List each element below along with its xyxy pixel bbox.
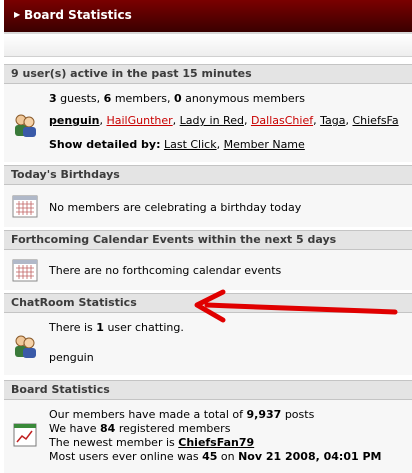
chatroom-count-line: There is 1 user chatting. bbox=[49, 321, 184, 334]
anonymous-label: anonymous members bbox=[185, 92, 305, 105]
annotation-arrow bbox=[194, 289, 398, 323]
total-posts: 9,937 bbox=[246, 408, 282, 421]
board-statistics-row: Our members have made a total of 9,937 p… bbox=[4, 400, 412, 473]
guests-label: guests, bbox=[60, 92, 101, 105]
sort-member-name-link[interactable]: Member Name bbox=[224, 138, 305, 151]
posts-pre: Our members have made a total of bbox=[49, 408, 244, 421]
calendar-heading: Forthcoming Calendar Events within the n… bbox=[4, 230, 412, 250]
users-icon bbox=[15, 114, 36, 137]
page-title: Board Statistics bbox=[24, 8, 132, 22]
most-online-line: Most users ever online was 45 on Nov 21 … bbox=[49, 450, 381, 463]
show-detailed-by: Show detailed by: Last Click, Member Nam… bbox=[49, 138, 305, 151]
calendar-row: There are no forthcoming calendar events bbox=[4, 250, 412, 290]
calendar-icon bbox=[12, 259, 38, 282]
registered-members: 84 bbox=[100, 422, 116, 435]
chatroom-user: penguin bbox=[49, 351, 94, 364]
members-pre: We have bbox=[49, 422, 97, 435]
user-link-lady-in-red[interactable]: Lady in Red bbox=[180, 114, 244, 127]
most-online-date: Nov 21 2008, 04:01 PM bbox=[238, 450, 382, 463]
total-posts-line: Our members have made a total of 9,937 p… bbox=[49, 408, 314, 421]
newest-member-link[interactable]: ChiefsFan79 bbox=[178, 436, 254, 449]
birthdays-heading: Today's Birthdays bbox=[4, 165, 412, 185]
chatroom-post: user chatting. bbox=[107, 321, 184, 334]
chatroom-count: 1 bbox=[96, 321, 104, 334]
online-mid: on bbox=[220, 450, 235, 463]
user-link-dallaschief[interactable]: DallasChief bbox=[251, 114, 313, 127]
show-detailed-label: Show detailed by: bbox=[49, 138, 161, 151]
newest-member-line: The newest member is ChiefsFan79 bbox=[49, 436, 254, 449]
members-label: members, bbox=[114, 92, 171, 105]
active-users-row: 3 guests, 6 members, 0 anonymous members… bbox=[4, 84, 412, 162]
spacer-bar bbox=[4, 34, 412, 57]
active-users-heading: 9 user(s) active in the past 15 minutes bbox=[4, 64, 412, 84]
sort-last-click-link[interactable]: Last Click bbox=[164, 138, 217, 151]
most-online-count: 45 bbox=[202, 450, 218, 463]
user-link-chiefsfa[interactable]: ChiefsFa bbox=[352, 114, 398, 127]
members-post: registered members bbox=[118, 422, 231, 435]
birthdays-text: No members are celebrating a birthday to… bbox=[49, 201, 302, 214]
user-link-taga[interactable]: Taga bbox=[320, 114, 345, 127]
active-counts: 3 guests, 6 members, 0 anonymous members bbox=[49, 92, 305, 105]
birthdays-row: No members are celebrating a birthday to… bbox=[4, 185, 412, 227]
stats-chart-icon bbox=[13, 423, 37, 447]
guests-count: 3 bbox=[49, 92, 57, 105]
members-count: 6 bbox=[103, 92, 112, 105]
user-link-hailgunther[interactable]: HailGunther bbox=[106, 114, 172, 127]
registered-members-line: We have 84 registered members bbox=[49, 422, 230, 435]
user-link-penguin[interactable]: penguin bbox=[49, 114, 99, 127]
active-user-list: penguin, HailGunther, Lady in Red, Dalla… bbox=[49, 114, 399, 127]
newest-pre: The newest member is bbox=[49, 436, 175, 449]
calendar-text: There are no forthcoming calendar events bbox=[49, 264, 282, 277]
calendar-icon bbox=[12, 195, 38, 218]
board-statistics-heading: Board Statistics bbox=[4, 380, 412, 400]
online-pre: Most users ever online was bbox=[49, 450, 199, 463]
posts-post: posts bbox=[284, 408, 315, 421]
users-icon bbox=[15, 335, 36, 358]
caret-right-icon: ▶ bbox=[14, 10, 21, 19]
chatroom-pre: There is bbox=[49, 321, 93, 334]
anonymous-count: 0 bbox=[174, 92, 182, 105]
board-statistics-titlebar: ▶ Board Statistics bbox=[4, 0, 412, 34]
